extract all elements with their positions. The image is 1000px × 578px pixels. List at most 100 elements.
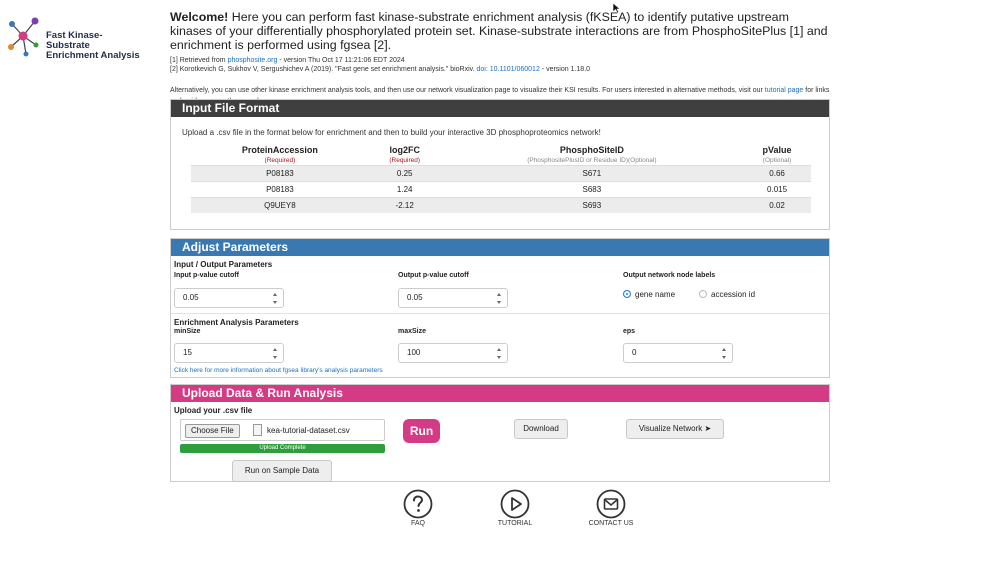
faq-label: FAQ bbox=[410, 520, 425, 527]
table-cell: 1.24 bbox=[368, 181, 441, 198]
upload-progress-text: Upload Complete bbox=[259, 445, 306, 451]
ref2-prefix: [2] Korotkevich G, Sukhov V, Sergushiche… bbox=[170, 66, 477, 73]
spinner-icon[interactable] bbox=[273, 348, 278, 359]
maxsize-input[interactable]: 100 bbox=[398, 343, 508, 363]
io-parameters-title: Input / Output Parameters bbox=[174, 260, 273, 269]
input-format-panel: Input File Format Upload a .csv file in … bbox=[170, 99, 830, 230]
column-header: ProteinAccession (Required) bbox=[191, 144, 369, 166]
intro-section: Welcome! Here you can perform fast kinas… bbox=[170, 10, 830, 107]
alt-text: Alternatively, you can use other kinase … bbox=[170, 87, 765, 94]
enrichment-parameters-title: Enrichment Analysis Parameters bbox=[174, 318, 299, 327]
choose-file-button[interactable]: Choose File bbox=[185, 424, 240, 438]
contact-us-link[interactable]: CONTACT US bbox=[576, 489, 646, 527]
column-name: ProteinAccession bbox=[241, 145, 318, 155]
table-cell: 0.015 bbox=[743, 181, 811, 198]
radio-accession-id[interactable] bbox=[699, 290, 707, 298]
column-header: pValue (Optional) bbox=[743, 144, 811, 166]
tutorial-link[interactable]: TUTORIAL bbox=[480, 489, 550, 527]
welcome-text: Welcome! Here you can perform fast kinas… bbox=[170, 10, 830, 52]
input-format-header: Input File Format bbox=[171, 100, 829, 117]
table-cell: S671 bbox=[440, 165, 744, 182]
adjust-parameters-header: Adjust Parameters bbox=[171, 239, 829, 256]
input-pvalue-label: Input p-value cutoff bbox=[174, 272, 239, 279]
table-cell: S693 bbox=[440, 197, 744, 213]
table-cell: 0.02 bbox=[743, 197, 811, 213]
table-cell: S683 bbox=[440, 181, 744, 198]
minsize-input[interactable]: 15 bbox=[174, 343, 284, 363]
minsize-value: 15 bbox=[183, 348, 192, 357]
upload-progress-bar: Upload Complete bbox=[180, 444, 385, 453]
upload-run-panel: Upload Data & Run Analysis Upload your .… bbox=[170, 384, 830, 482]
output-pvalue-label: Output p-value cutoff bbox=[398, 272, 469, 279]
phosphosite-link[interactable]: phosphosite.org bbox=[228, 57, 278, 64]
app-logo: Fast Kinase-Substrate Enrichment Analysi… bbox=[6, 14, 146, 61]
reference-2: [2] Korotkevich G, Sukhov V, Sergushiche… bbox=[170, 65, 830, 74]
column-note: (Optional) bbox=[762, 157, 792, 164]
column-note: (Required) bbox=[264, 157, 296, 164]
table-cell: -2.12 bbox=[368, 197, 441, 213]
spinner-icon[interactable] bbox=[497, 348, 502, 359]
logo-title: Fast Kinase-Substrate Enrichment Analysi… bbox=[46, 31, 146, 61]
ref1-prefix: [1] Retrieved from bbox=[170, 57, 228, 64]
file-name: kea-tutorial-dataset.csv bbox=[267, 426, 350, 435]
welcome-heading: Welcome! bbox=[170, 10, 229, 24]
maxsize-label: maxSize bbox=[398, 328, 427, 335]
spinner-icon[interactable] bbox=[497, 293, 502, 304]
table-cell: Q9UEY8 bbox=[191, 197, 369, 213]
mail-icon bbox=[596, 489, 626, 519]
node-labels-title: Output network node labels bbox=[623, 272, 716, 279]
eps-value: 0 bbox=[632, 348, 637, 357]
tutorial-page-link[interactable]: tutorial page bbox=[765, 87, 804, 94]
section-divider bbox=[171, 313, 829, 314]
maxsize-value: 100 bbox=[407, 348, 421, 357]
spinner-icon[interactable] bbox=[273, 293, 278, 304]
logo-title-line2: Enrichment Analysis bbox=[46, 50, 140, 61]
upload-label: Upload your .csv file bbox=[174, 406, 253, 415]
table-cell: 0.66 bbox=[743, 165, 811, 182]
input-pvalue-input[interactable]: 0.05 bbox=[174, 288, 284, 308]
table-cell: P08183 bbox=[191, 181, 369, 198]
adjust-parameters-panel: Adjust Parameters Input / Output Paramet… bbox=[170, 238, 830, 378]
file-icon bbox=[253, 424, 262, 436]
reference-1: [1] Retrieved from phosphosite.org - ver… bbox=[170, 56, 830, 65]
references: [1] Retrieved from phosphosite.org - ver… bbox=[170, 56, 830, 74]
output-pvalue-input[interactable]: 0.05 bbox=[398, 288, 508, 308]
fgsea-info-link[interactable]: Click here for more information about fg… bbox=[174, 367, 383, 374]
column-note: (Required) bbox=[389, 157, 421, 164]
run-button[interactable]: Run bbox=[403, 419, 440, 443]
output-pvalue-value: 0.05 bbox=[407, 293, 423, 302]
run-sample-data-button[interactable]: Run on Sample Data bbox=[232, 460, 332, 482]
column-name: pValue bbox=[762, 145, 792, 155]
table-row: Q9UEY8 -2.12 S693 0.02 bbox=[191, 197, 811, 213]
contact-us-label: CONTACT US bbox=[588, 520, 634, 527]
file-input[interactable]: Choose File kea-tutorial-dataset.csv bbox=[180, 419, 385, 441]
radio-accession-id-label[interactable]: accession id bbox=[711, 290, 755, 299]
faq-link[interactable]: FAQ bbox=[383, 489, 453, 527]
logo-title-line1: Fast Kinase-Substrate bbox=[46, 30, 103, 51]
table-cell: 0.25 bbox=[368, 165, 441, 182]
download-button[interactable]: Download bbox=[514, 419, 568, 439]
table-row: P08183 1.24 S683 0.015 bbox=[191, 181, 811, 198]
doi-link[interactable]: doi: 10.1101/060012 bbox=[477, 66, 540, 73]
input-format-table: ProteinAccession (Required) log2FC (Requir… bbox=[191, 144, 811, 213]
radio-gene-name-label[interactable]: gene name bbox=[635, 290, 675, 299]
ref2-suffix: - version 1.18.0 bbox=[539, 66, 591, 73]
input-pvalue-value: 0.05 bbox=[183, 293, 199, 302]
minsize-label: minSize bbox=[174, 328, 201, 335]
eps-label: eps bbox=[623, 328, 636, 335]
network-graph-icon bbox=[8, 17, 39, 57]
radio-gene-name[interactable] bbox=[623, 290, 631, 298]
input-format-description: Upload a .csv file in the format below f… bbox=[182, 128, 601, 137]
column-header: PhosphoSiteID (PhosphositePlusID or Resid… bbox=[441, 144, 743, 166]
column-header: log2FC (Required) bbox=[369, 144, 441, 166]
tutorial-label: TUTORIAL bbox=[497, 520, 533, 527]
column-name: PhosphoSiteID bbox=[559, 145, 624, 155]
table-row: P08183 0.25 S671 0.66 bbox=[191, 165, 811, 182]
upload-run-header: Upload Data & Run Analysis bbox=[171, 385, 829, 402]
table-cell: P08183 bbox=[191, 165, 369, 182]
visualize-network-button[interactable]: Visualize Network ➤ bbox=[626, 419, 724, 439]
spinner-icon[interactable] bbox=[722, 348, 727, 359]
eps-input[interactable]: 0 bbox=[623, 343, 733, 363]
question-icon bbox=[403, 489, 433, 519]
ref1-suffix: - version Thu Oct 17 11:21:06 EDT 2024 bbox=[277, 57, 405, 64]
